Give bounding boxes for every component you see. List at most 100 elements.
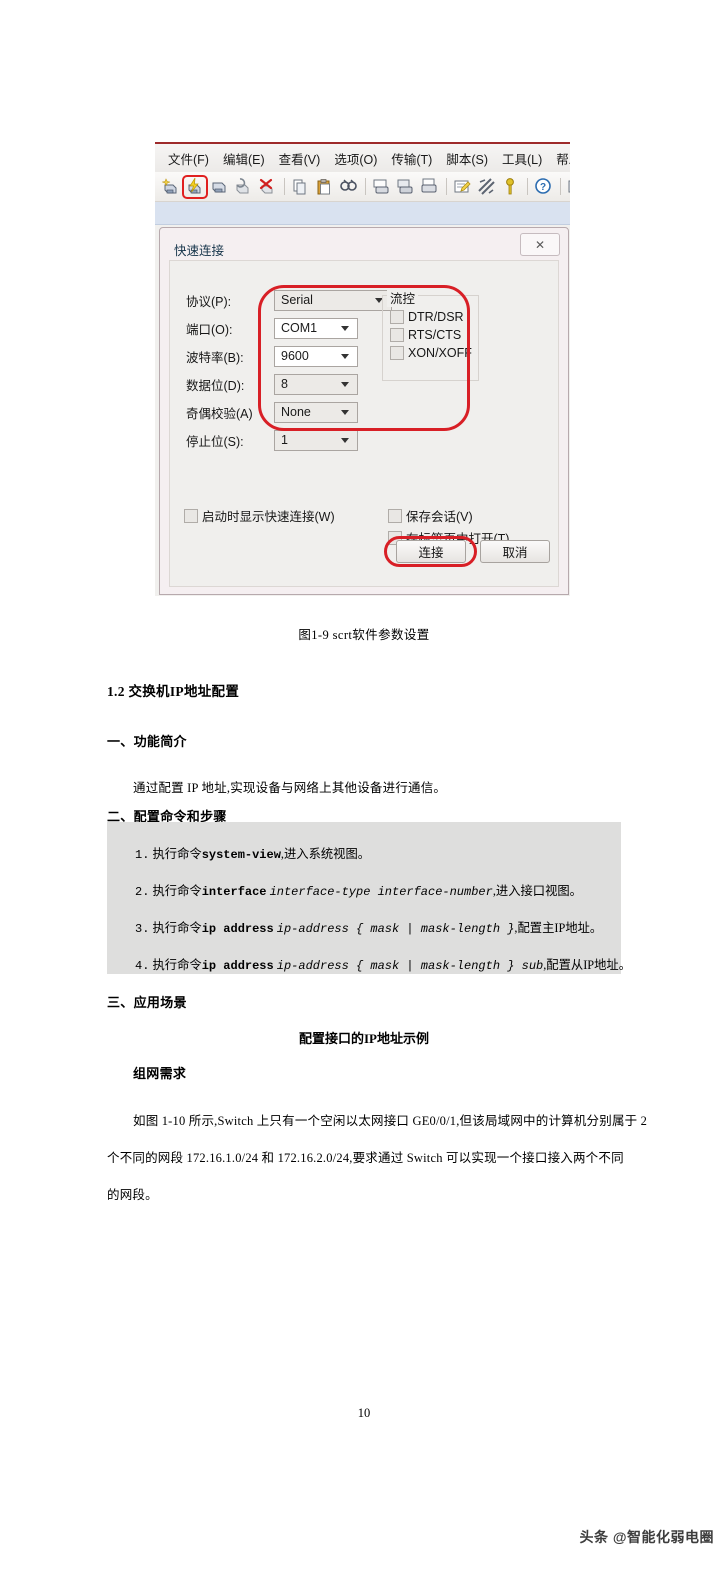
field-row-databits: 数据位(D): 8	[186, 373, 358, 395]
subsection-1-heading: 一、功能简介	[107, 734, 187, 749]
port-label: 端口(O):	[186, 322, 233, 337]
checkbox-save-session-label: 保存会话(V)	[406, 510, 473, 524]
requirements-line-2: 个不同的网段 172.16.1.0/24 和 172.16.2.0/24,要求通…	[107, 1151, 624, 1165]
clone-session-icon[interactable]	[210, 177, 230, 197]
extra-icon[interactable]	[567, 177, 570, 197]
step-2-prefix: 执行命令	[152, 884, 202, 898]
step-4-suffix: ,配置从IP地址。	[543, 958, 632, 972]
checkbox-box-icon	[388, 508, 402, 523]
menu-edit[interactable]: 编辑(E)	[216, 147, 272, 170]
checkbox-rts-cts[interactable]: RTS/CTS	[390, 328, 478, 342]
step-2-suffix: ,进入接口视图。	[492, 884, 582, 898]
parity-label: 奇偶校验(A)	[186, 406, 253, 421]
example-title: 配置接口的IP地址示例	[298, 1031, 429, 1046]
print-icon[interactable]	[372, 177, 392, 197]
baudrate-select[interactable]: 9600	[274, 345, 358, 367]
menu-view[interactable]: 查看(V)	[272, 147, 328, 170]
reconnect-icon[interactable]	[234, 177, 254, 197]
subsection-3-heading: 三、应用场景	[107, 995, 187, 1010]
protocol-label: 协议(P):	[186, 294, 232, 309]
tool-bar: ?	[155, 172, 570, 202]
connect-button[interactable]: 连接	[396, 540, 466, 563]
print-screen-icon[interactable]	[420, 177, 440, 197]
page-number: 10	[357, 1406, 371, 1420]
protocol-select[interactable]: Serial	[274, 289, 392, 311]
checkbox-xon-xoff-label: XON/XOFF	[408, 346, 472, 360]
baudrate-label: 波特率(B):	[186, 350, 244, 365]
dialog-title: 快速连接	[174, 244, 225, 258]
menu-help[interactable]: 帮助(	[549, 147, 570, 170]
checkbox-show-on-startup-label: 启动时显示快速连接(W)	[202, 510, 335, 524]
step-3-suffix: ,配置主IP地址。	[514, 921, 603, 935]
stopbits-label: 停止位(S):	[186, 434, 244, 449]
step-2-number: 2.	[135, 885, 150, 899]
step-3-prefix: 执行命令	[152, 921, 202, 935]
subsection-1-text: 通过配置 IP 地址,实现设备与网络上其他设备进行通信。	[133, 781, 447, 795]
step-3-command: ip address	[201, 922, 274, 936]
step-1-command: system-view	[201, 848, 281, 862]
menu-tools[interactable]: 工具(L)	[495, 147, 549, 170]
step-3-number: 3.	[135, 922, 150, 936]
field-row-baudrate: 波特率(B): 9600	[186, 345, 358, 367]
requirements-heading: 组网需求	[133, 1066, 187, 1081]
toolbar-divider-3	[446, 178, 447, 195]
find-icon[interactable]	[339, 177, 359, 197]
toolbar-divider-5	[560, 178, 561, 195]
step-4-prefix: 执行命令	[152, 958, 202, 972]
step-3-params: ip-address { mask | mask-length }	[276, 922, 515, 936]
help-icon[interactable]: ?	[534, 177, 554, 197]
port-value: COM1	[281, 321, 318, 335]
copy-icon[interactable]	[291, 177, 311, 197]
requirements-line-3: 的网段。	[107, 1188, 158, 1202]
paste-icon[interactable]	[315, 177, 335, 197]
dialog-content: 协议(P): Serial 端口(O): COM1 波特率(B): 9600 数…	[169, 260, 559, 587]
checkbox-show-on-startup[interactable]: 启动时显示快速连接(W)	[184, 506, 335, 525]
databits-select[interactable]: 8	[274, 373, 358, 395]
checkbox-dtr-dsr-label: DTR/DSR	[408, 310, 464, 324]
session-options-icon[interactable]	[453, 177, 473, 197]
chevron-down-icon	[341, 438, 349, 443]
checkbox-box-icon	[390, 310, 404, 324]
key-icon[interactable]	[501, 177, 521, 197]
command-step-4: 4. 执行命令ip address ip-address { mask | ma…	[135, 955, 631, 973]
stopbits-select[interactable]: 1	[274, 429, 358, 451]
databits-label: 数据位(D):	[186, 378, 245, 393]
menu-script[interactable]: 脚本(S)	[439, 147, 495, 170]
menu-options[interactable]: 选项(O)	[327, 147, 384, 170]
menu-transfer[interactable]: 传输(T)	[384, 147, 439, 170]
step-1-suffix: ,进入系统视图。	[280, 847, 371, 861]
settings-icon[interactable]	[477, 177, 497, 197]
log-session-icon[interactable]	[396, 177, 416, 197]
checkbox-xon-xoff[interactable]: XON/XOFF	[390, 346, 478, 360]
chevron-down-icon	[341, 354, 349, 359]
flow-control-title: 流控	[387, 288, 419, 307]
toolbar-divider-2	[365, 178, 366, 195]
cancel-button[interactable]: 取消	[480, 540, 550, 563]
quick-connect-icon[interactable]	[186, 177, 206, 197]
new-session-icon[interactable]	[161, 177, 182, 197]
field-row-port: 端口(O): COM1	[186, 317, 358, 339]
menu-file[interactable]: 文件(F)	[161, 147, 216, 170]
step-2-command: interface	[201, 885, 267, 899]
section-heading: 1.2 交换机IP地址配置	[107, 684, 240, 699]
step-1-prefix: 执行命令	[152, 847, 202, 861]
toolbar-divider-4	[527, 178, 528, 195]
parity-select[interactable]: None	[274, 401, 358, 423]
checkbox-box-icon	[390, 346, 404, 360]
close-icon[interactable]: ✕	[520, 233, 560, 256]
checkbox-save-session[interactable]: 保存会话(V)	[388, 506, 473, 525]
app-client-area: 快速连接 ✕ 协议(P): Serial 端口(O): COM1 波特率(B):…	[155, 225, 570, 596]
command-step-3: 3. 执行命令ip address ip-address { mask | ma…	[135, 918, 602, 936]
tab-strip-area	[155, 202, 570, 225]
chevron-down-icon	[341, 410, 349, 415]
checkbox-box-icon	[390, 328, 404, 342]
stopbits-value: 1	[281, 433, 288, 447]
disconnect-icon[interactable]	[258, 177, 278, 197]
baudrate-value: 9600	[281, 349, 309, 363]
field-row-protocol: 协议(P): Serial	[186, 289, 392, 311]
port-select[interactable]: COM1	[274, 317, 358, 339]
step-1-number: 1.	[135, 848, 150, 862]
checkbox-dtr-dsr[interactable]: DTR/DSR	[390, 310, 478, 324]
parity-value: None	[281, 405, 311, 419]
watermark: 头条 @智能化弱电圈	[579, 1529, 714, 1545]
